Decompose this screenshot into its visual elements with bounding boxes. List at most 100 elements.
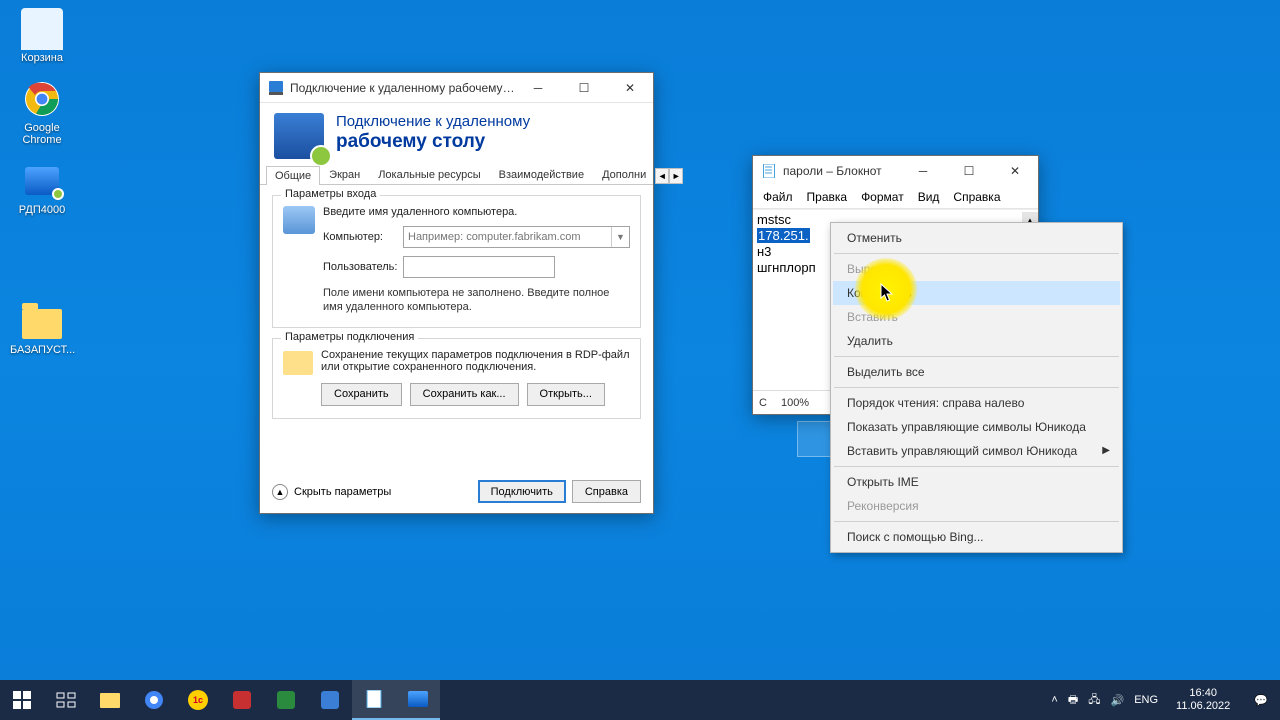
ctx-cut: Вырезать xyxy=(833,257,1120,281)
rdp4000-label: РДП4000 xyxy=(10,204,74,216)
computer-label: Компьютер: xyxy=(323,231,397,243)
connection-groupbox: Параметры подключения Сохранение текущих… xyxy=(272,338,641,419)
recycle-bin-icon[interactable]: Корзина xyxy=(10,8,74,64)
rdp-window: Подключение к удаленному рабочему с... ─… xyxy=(259,72,654,514)
notepad-title-text: пароли – Блокнот xyxy=(783,164,900,178)
system-tray: ˄ 🖶 🖧 🔊 ENG 16:40 11.06.2022 💬 xyxy=(1051,687,1280,713)
connection-legend: Параметры подключения xyxy=(281,331,418,343)
start-button[interactable] xyxy=(0,680,44,720)
menu-help[interactable]: Справка xyxy=(947,188,1006,206)
tab-display[interactable]: Экран xyxy=(320,165,369,184)
save-as-button[interactable]: Сохранить как... xyxy=(410,383,519,406)
taskbar-clock[interactable]: 16:40 11.06.2022 xyxy=(1168,687,1238,713)
rdp-bottom-bar: ▲ Скрыть параметры Подключить Справка xyxy=(272,480,641,503)
ctx-sep xyxy=(834,356,1119,357)
ctx-delete[interactable]: Удалить xyxy=(833,329,1120,353)
chrome-label: Google Chrome xyxy=(10,122,74,146)
tray-printer-icon[interactable]: 🖶 xyxy=(1068,691,1078,710)
menu-edit[interactable]: Правка xyxy=(801,188,854,206)
taskbar-app3-icon[interactable] xyxy=(308,680,352,720)
rdp4000-icon[interactable]: РДП4000 xyxy=(10,160,74,216)
rdp-minimize-button[interactable]: ─ xyxy=(515,73,561,103)
ctx-sep xyxy=(834,253,1119,254)
clock-time: 16:40 xyxy=(1176,687,1230,700)
taskbar-notepad-icon[interactable] xyxy=(352,680,396,720)
ctx-sep xyxy=(834,521,1119,522)
chrome-icon[interactable]: Google Chrome xyxy=(10,78,74,146)
help-button[interactable]: Справка xyxy=(572,480,641,503)
hide-options-toggle[interactable]: ▲ Скрыть параметры xyxy=(272,484,391,500)
rdp-banner-icon xyxy=(274,113,324,159)
tray-volume-icon[interactable]: 🔊 xyxy=(1111,694,1125,707)
chevron-up-icon: ▲ xyxy=(272,484,288,500)
login-legend: Параметры входа xyxy=(281,188,380,200)
rdp-header-banner: Подключение к удаленномурабочему столу xyxy=(260,103,653,165)
rdp-close-button[interactable]: ✕ xyxy=(607,73,653,103)
ctx-show-unicode[interactable]: Показать управляющие символы Юникода xyxy=(833,415,1120,439)
chevron-right-icon: ▶ xyxy=(1102,445,1110,456)
taskbar-explorer-icon[interactable] xyxy=(88,680,132,720)
ctx-reconversion: Реконверсия xyxy=(833,494,1120,518)
tray-network-icon[interactable]: 🖧 xyxy=(1088,691,1100,710)
ctx-insert-unicode[interactable]: Вставить управляющий символ Юникода ▶ xyxy=(833,439,1120,463)
ctx-open-ime[interactable]: Открыть IME xyxy=(833,470,1120,494)
text-line: шгнплорп xyxy=(757,260,816,275)
computer-combobox[interactable]: Например: computer.fabrikam.com ▼ xyxy=(403,226,630,248)
text-line: н3 xyxy=(757,244,771,259)
ctx-insert-unicode-label: Вставить управляющий символ Юникода xyxy=(847,444,1077,458)
desktop-icons: Корзина Google Chrome РДП4000 БАЗАПУСТ..… xyxy=(10,8,74,370)
menu-view[interactable]: Вид xyxy=(912,188,946,206)
connect-button[interactable]: Подключить xyxy=(478,480,566,503)
ctx-rtl-order[interactable]: Порядок чтения: справа налево xyxy=(833,391,1120,415)
taskbar-app-icon[interactable] xyxy=(220,680,264,720)
taskbar-rdp-icon[interactable] xyxy=(396,680,440,720)
notepad-close-button[interactable]: ✕ xyxy=(992,156,1038,186)
clock-date: 11.06.2022 xyxy=(1176,700,1230,713)
folder-bazapust-icon[interactable]: БАЗАПУСТ... xyxy=(10,300,74,356)
save-button[interactable]: Сохранить xyxy=(321,383,402,406)
ctx-sep xyxy=(834,466,1119,467)
tab-experience[interactable]: Взаимодействие xyxy=(490,165,593,184)
login-groupbox: Параметры входа Введите имя удаленного к… xyxy=(272,195,641,328)
text-line-selected: 178.251. xyxy=(757,228,810,243)
tabs-scroll-right[interactable]: ► xyxy=(669,168,683,184)
context-menu: Отменить Вырезать Копировать Вставить Уд… xyxy=(830,222,1123,553)
chevron-down-icon[interactable]: ▼ xyxy=(611,227,629,247)
menu-file[interactable]: Файл xyxy=(757,188,799,206)
rdp-maximize-button[interactable]: ☐ xyxy=(561,73,607,103)
tab-local-resources[interactable]: Локальные ресурсы xyxy=(369,165,489,184)
status-zoom: 100% xyxy=(781,397,809,409)
rdp-banner-title: Подключение к удаленномурабочему столу xyxy=(336,113,530,159)
rdp-title-icon xyxy=(268,80,284,96)
ctx-undo[interactable]: Отменить xyxy=(833,226,1120,250)
taskbar: 1c ˄ 🖶 🖧 🔊 ENG 16:40 11.06.2022 💬 xyxy=(0,680,1280,720)
ctx-copy[interactable]: Копировать xyxy=(833,281,1120,305)
notepad-maximize-button[interactable]: ☐ xyxy=(946,156,992,186)
ctx-bing-search[interactable]: Поиск с помощью Bing... xyxy=(833,525,1120,549)
tray-language[interactable]: ENG xyxy=(1134,694,1158,706)
notepad-titlebar[interactable]: пароли – Блокнот ─ ☐ ✕ xyxy=(753,156,1038,186)
task-view-button[interactable] xyxy=(44,680,88,720)
notepad-minimize-button[interactable]: ─ xyxy=(900,156,946,186)
ctx-sep xyxy=(834,387,1119,388)
notepad-title-icon xyxy=(761,163,777,179)
tab-general[interactable]: Общие xyxy=(266,166,320,185)
taskbar-app2-icon[interactable] xyxy=(264,680,308,720)
login-hint-text: Поле имени компьютера не заполнено. Введ… xyxy=(323,286,630,315)
tabs-scroll-left[interactable]: ◄ xyxy=(655,168,669,184)
taskbar-chrome-icon[interactable] xyxy=(132,680,176,720)
taskbar-1c-icon[interactable]: 1c xyxy=(176,680,220,720)
user-input[interactable] xyxy=(403,256,555,278)
desktop: Корзина Google Chrome РДП4000 БАЗАПУСТ..… xyxy=(0,0,1280,720)
tab-advanced[interactable]: Дополни xyxy=(593,165,655,184)
rdp-titlebar[interactable]: Подключение к удаленному рабочему с... ─… xyxy=(260,73,653,103)
rdp-tabs: Общие Экран Локальные ресурсы Взаимодейс… xyxy=(260,165,653,185)
action-center-icon[interactable]: 💬 xyxy=(1248,694,1274,707)
tray-expand-icon[interactable]: ˄ xyxy=(1051,694,1057,706)
notepad-menubar: Файл Правка Формат Вид Справка xyxy=(753,186,1038,209)
menu-format[interactable]: Формат xyxy=(855,188,910,206)
ctx-paste: Вставить xyxy=(833,305,1120,329)
ctx-select-all[interactable]: Выделить все xyxy=(833,360,1120,384)
open-button[interactable]: Открыть... xyxy=(527,383,605,406)
user-label: Пользователь: xyxy=(323,261,397,273)
